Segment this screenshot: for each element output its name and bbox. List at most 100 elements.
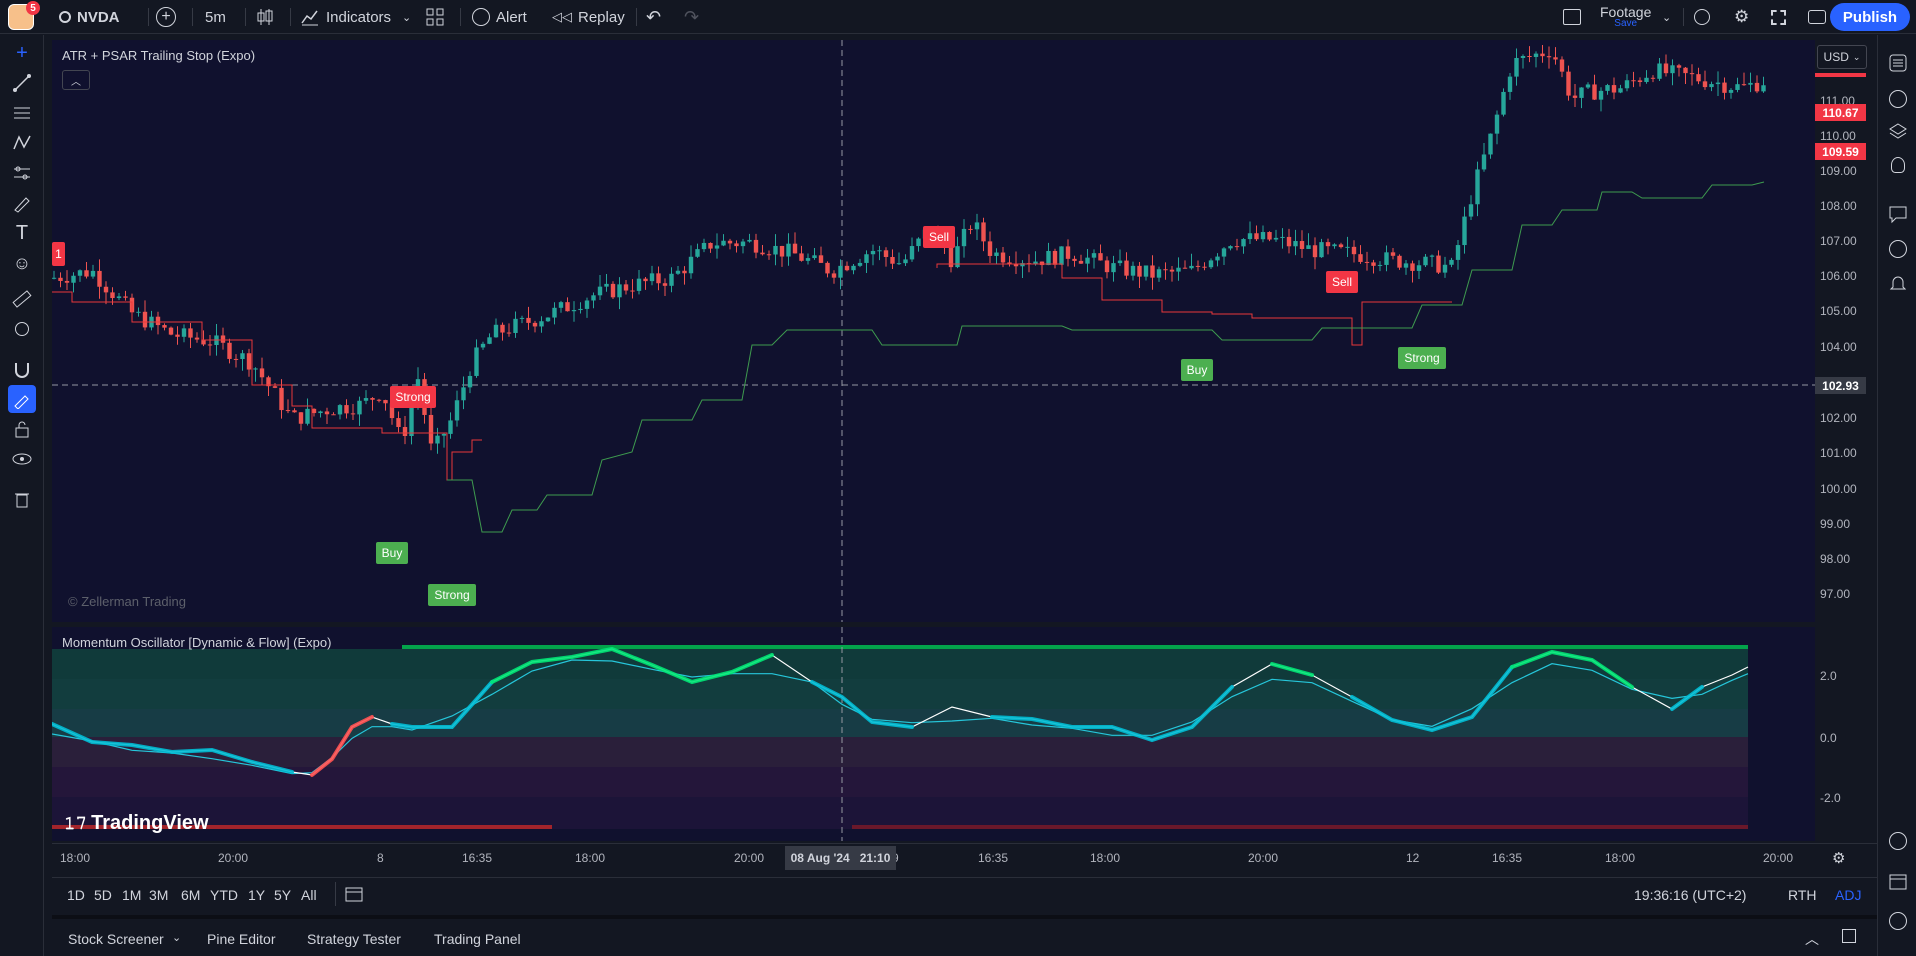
screener-chevron-down-icon[interactable]: ⌄	[172, 931, 181, 944]
clock-timezone[interactable]: 19:36:16 (UTC+2)	[1634, 887, 1746, 903]
interval-button[interactable]: 5m	[205, 0, 226, 34]
layout-menu-chevron-icon[interactable]: ⌄	[1662, 0, 1671, 34]
fib-retracement-icon[interactable]	[8, 99, 36, 127]
chart-type-button[interactable]	[256, 0, 274, 34]
candle-body	[1559, 59, 1565, 72]
date-range-bar: 1D 5D 1M 3M 6M YTD 1Y 5Y All 19:36:16 (U…	[52, 877, 1877, 911]
pattern-tool-icon[interactable]	[8, 129, 36, 157]
plus-circle-icon: +	[156, 7, 176, 27]
watchlist-icon[interactable]	[1884, 49, 1912, 77]
symbol-search-button[interactable]: NVDA	[59, 0, 120, 34]
streams-icon[interactable]	[1884, 235, 1912, 263]
candle-body	[1234, 246, 1240, 248]
axis-settings-gear-icon[interactable]: ⚙	[1832, 849, 1850, 867]
time-axis[interactable]	[52, 843, 1877, 873]
candle-body	[1325, 242, 1331, 247]
tab-pine-editor[interactable]: Pine Editor	[207, 931, 275, 947]
indicators-button[interactable]: Indicators	[300, 0, 391, 34]
fullscreen-icon[interactable]	[1771, 0, 1786, 34]
indicators-dropdown-chevron-icon[interactable]: ⌄	[402, 0, 411, 34]
price-scale[interactable]	[1815, 40, 1869, 841]
range-1d[interactable]: 1D	[67, 887, 85, 903]
user-avatar[interactable]: 5	[8, 0, 40, 34]
session-toggle[interactable]: RTH	[1788, 887, 1817, 903]
fullscreen-toggle-icon[interactable]	[1563, 0, 1581, 34]
brush-icon[interactable]	[8, 189, 36, 217]
candle-body	[305, 408, 310, 424]
price-chart-pane[interactable]	[52, 40, 1815, 622]
emoji-icon[interactable]: ☺	[8, 249, 36, 277]
tab-stock-screener[interactable]: Stock Screener	[68, 931, 164, 947]
ideas-lightbulb-icon[interactable]	[1884, 151, 1912, 179]
range-1m[interactable]: 1M	[122, 887, 141, 903]
candle-body	[766, 254, 772, 256]
data-window-icon[interactable]	[1884, 827, 1912, 855]
notifications-bell-icon[interactable]	[1884, 269, 1912, 297]
candle-body	[1124, 260, 1129, 276]
redo-icon[interactable]: ↷	[684, 0, 699, 34]
range-5d[interactable]: 5D	[94, 887, 112, 903]
range-1y[interactable]: 1Y	[248, 887, 265, 903]
candle-body	[623, 284, 629, 291]
candle-body	[1046, 250, 1051, 266]
publish-button[interactable]: Publish	[1830, 3, 1910, 31]
tab-trading-panel[interactable]: Trading Panel	[434, 931, 521, 947]
range-all[interactable]: All	[301, 887, 317, 903]
calendar-icon[interactable]	[1884, 867, 1912, 895]
candle-body	[292, 410, 297, 413]
candle-body	[474, 347, 479, 376]
range-3m[interactable]: 3M	[149, 887, 168, 903]
lock-icon[interactable]	[8, 415, 36, 443]
price-label: 106.00	[1820, 269, 1857, 283]
candle-body	[844, 265, 850, 271]
alert-button[interactable]: Alert	[472, 0, 527, 34]
quick-search-icon[interactable]	[1694, 0, 1710, 34]
help-icon[interactable]	[1884, 907, 1912, 935]
candle-body	[370, 398, 375, 400]
signal-tag-partial: 1	[52, 242, 65, 266]
candle-body	[1605, 85, 1610, 91]
layers-icon[interactable]	[1884, 117, 1912, 145]
tab-strategy-tester[interactable]: Strategy Tester	[307, 931, 401, 947]
text-tool-icon[interactable]: T	[8, 219, 36, 247]
atr-psar-indicator-title[interactable]: ATR + PSAR Trailing Stop (Expo)	[62, 48, 255, 63]
candle-body	[1416, 265, 1422, 271]
candle-body	[994, 252, 999, 256]
eye-icon[interactable]	[8, 445, 36, 473]
currency-selector[interactable]: USD ⌄	[1817, 45, 1867, 69]
snapshot-camera-icon[interactable]	[1808, 0, 1826, 34]
layouts-button[interactable]	[426, 0, 444, 34]
oscillator-pane[interactable]	[52, 627, 1815, 841]
candle-body	[168, 327, 174, 335]
candle-body	[1702, 81, 1708, 88]
ruler-icon[interactable]	[8, 285, 36, 313]
momentum-oscillator-title[interactable]: Momentum Oscillator [Dynamic & Flow] (Ex…	[62, 635, 331, 650]
collapse-panel-chevron-up-icon[interactable]: ︿	[1805, 929, 1819, 949]
range-5y[interactable]: 5Y	[274, 887, 291, 903]
zoom-in-icon[interactable]	[8, 315, 36, 343]
alerts-clock-icon[interactable]	[1884, 85, 1912, 113]
maximize-panel-icon[interactable]	[1842, 929, 1856, 946]
magnet-icon[interactable]	[8, 355, 36, 383]
keep-drawing-icon[interactable]	[8, 385, 36, 413]
forecasting-tool-icon[interactable]	[8, 159, 36, 187]
candle-body	[903, 259, 908, 264]
price-label: 98.00	[1820, 552, 1851, 566]
trash-icon[interactable]	[8, 485, 36, 513]
crosshair-icon[interactable]: +	[8, 39, 36, 67]
compare-symbol-button[interactable]: +	[156, 0, 176, 34]
range-6m[interactable]: 6M	[181, 887, 200, 903]
tradingview-logo-icon: 𝟷𝟽	[64, 813, 88, 833]
chat-icon[interactable]	[1884, 200, 1912, 228]
layout-name-button[interactable]: Footage Save	[1600, 0, 1651, 34]
candle-body	[1631, 80, 1636, 82]
trend-line-icon[interactable]	[8, 69, 36, 97]
adjust-data-toggle[interactable]: ADJ	[1835, 887, 1861, 903]
goto-date-calendar-icon[interactable]	[344, 884, 364, 907]
replay-button[interactable]: ◁◁ Replay	[552, 0, 625, 34]
range-ytd[interactable]: YTD	[210, 887, 238, 903]
collapse-legend-chevron-up-icon[interactable]: ︿	[62, 70, 90, 90]
undo-icon[interactable]: ↶	[646, 0, 661, 34]
candle-body	[1059, 246, 1064, 265]
settings-gear-icon[interactable]: ⚙	[1734, 0, 1749, 34]
